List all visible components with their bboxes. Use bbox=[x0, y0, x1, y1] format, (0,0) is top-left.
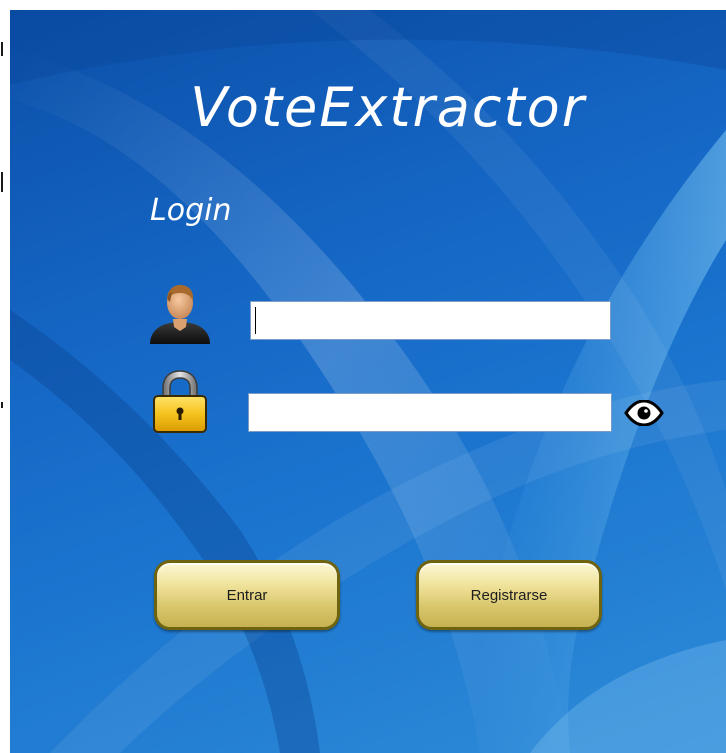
edge-mark bbox=[1, 42, 3, 56]
password-input[interactable] bbox=[248, 393, 612, 432]
app-title: VoteExtractor bbox=[190, 76, 586, 139]
login-heading: Login bbox=[150, 193, 232, 228]
eye-icon[interactable] bbox=[624, 400, 664, 426]
window-edge bbox=[0, 10, 10, 753]
user-icon bbox=[150, 284, 210, 344]
lock-icon bbox=[153, 370, 207, 433]
app-window: VoteExtractor Login Entrar Registrarse bbox=[0, 0, 726, 753]
login-panel: VoteExtractor Login Entrar Registrarse bbox=[10, 10, 726, 753]
edge-mark bbox=[1, 172, 3, 192]
edge-mark bbox=[1, 402, 3, 408]
username-input[interactable] bbox=[250, 301, 611, 340]
register-button[interactable]: Registrarse bbox=[416, 560, 602, 630]
text-caret bbox=[255, 307, 256, 334]
enter-button[interactable]: Entrar bbox=[154, 560, 340, 630]
